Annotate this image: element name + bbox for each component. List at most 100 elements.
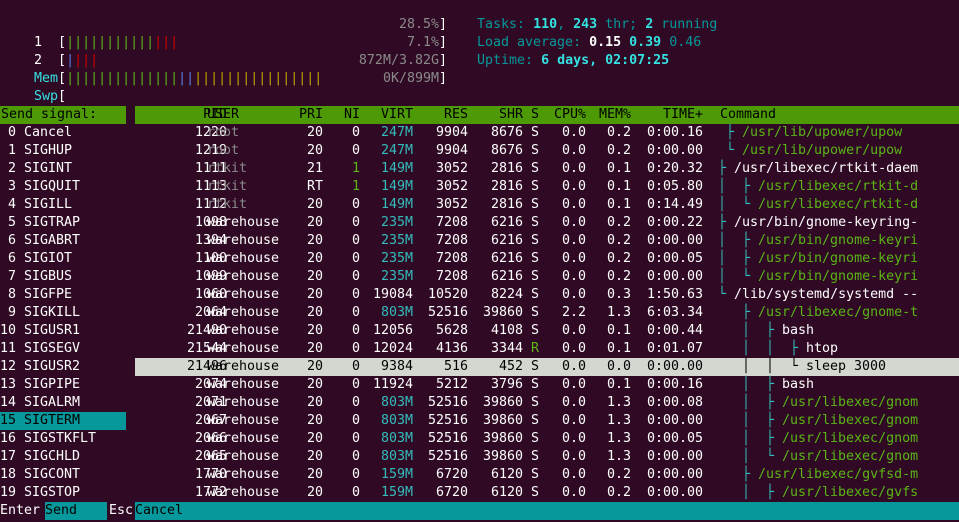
process-row[interactable]: 1394 warehouse 20 0 235M 7208 6216 S 0.0 0.2 0:00.… xyxy=(135,232,959,250)
signal-item[interactable]: 11 SIGSEGV xyxy=(0,340,126,358)
signal-item[interactable]: 17 SIGCHLD xyxy=(0,448,126,466)
process-row[interactable]: 1100 warehouse 20 0 235M 7208 6216 S 0.0 0.2 0:00.… xyxy=(135,250,959,268)
cell-ni: 0 xyxy=(351,197,360,212)
cell-virt: 803M xyxy=(380,449,413,464)
cell-mem: 0.2 xyxy=(606,215,631,230)
process-row[interactable]: 1111 rtkit 21 1 149M 3052 2816 S 0.0 0.1 0:20.32 ├ … xyxy=(135,160,959,178)
signal-item[interactable]: 7 SIGBUS xyxy=(0,268,134,286)
signal-item[interactable]: 13 SIGPIPE xyxy=(0,376,126,394)
col-ni[interactable]: NI xyxy=(330,106,360,124)
signal-item[interactable]: 2 SIGINT xyxy=(0,160,134,178)
cell-virt: 235M xyxy=(380,269,413,284)
cell-time: 0:00.00 xyxy=(646,485,703,500)
process-row[interactable]: 1220 root 20 0 247M 9904 8676 S 0.0 0.2 0:00.16 ├ … xyxy=(135,124,959,142)
cell-cpu: 0.0 xyxy=(561,413,586,428)
cell-s: S xyxy=(531,287,540,302)
cell-shr: 2816 xyxy=(490,197,523,212)
load-average: Load average: 0.15 0.39 0.46 xyxy=(477,35,702,50)
signal-item[interactable]: 14 SIGALRM xyxy=(0,394,126,412)
signal-item[interactable]: 12 SIGUSR2 xyxy=(0,358,126,376)
signal-item[interactable]: 16 SIGSTKFLT xyxy=(0,430,126,448)
cell-command: bash xyxy=(782,377,815,392)
col-mem[interactable]: MEM% xyxy=(585,106,631,124)
process-row[interactable]: 1772 warehouse 20 0 159M 6720 6120 S 0.0 0.2 0:00.… xyxy=(135,484,959,502)
cell-s: R xyxy=(531,341,540,356)
cell-command: /usr/libexec/rtkit-d xyxy=(758,179,919,194)
cell-s: S xyxy=(531,215,540,230)
cancel-button[interactable]: Cancel xyxy=(135,502,959,520)
signal-item[interactable]: 8 SIGFPE xyxy=(0,286,134,304)
cell-s: S xyxy=(531,269,540,284)
cell-virt: 11924 xyxy=(372,377,413,392)
col-command[interactable]: Command xyxy=(720,106,776,124)
process-row[interactable]: 1060 warehouse 20 0 19084 10520 8224 S 0.0 0.3 1:5… xyxy=(135,286,959,304)
cell-cpu: 0.0 xyxy=(561,323,586,338)
signal-item[interactable]: 19 SIGSTOP xyxy=(0,484,126,502)
cell-mem: 1.3 xyxy=(606,431,631,446)
signal-item[interactable]: 18 SIGCONT xyxy=(0,466,126,484)
signal-item[interactable]: 6 SIGABRT xyxy=(0,232,134,250)
signal-item[interactable]: 5 SIGTRAP xyxy=(0,214,134,232)
tree-branch: │ └ xyxy=(718,449,783,464)
col-pri[interactable]: PRI xyxy=(285,106,323,124)
cell-pri: 20 xyxy=(306,215,323,230)
col-user[interactable]: USER xyxy=(207,106,239,124)
send-button[interactable]: Send xyxy=(45,502,107,520)
col-virt[interactable]: VIRT xyxy=(365,106,413,124)
signal-item[interactable]: 15 SIGTERM xyxy=(0,412,126,430)
col-state[interactable]: S xyxy=(531,106,539,124)
cell-user: root xyxy=(207,125,240,140)
mem-meter: Mem[|||||||||||||||||||||||||||||||| xyxy=(34,71,323,86)
signal-item[interactable]: 0 Cancel xyxy=(0,124,134,142)
process-row[interactable]: 1113 rtkit RT 1 149M 3052 2816 S 0.0 0.1 0:05.80 │ … xyxy=(135,178,959,196)
signal-item[interactable]: 9 SIGKILL xyxy=(0,304,134,322)
cell-s: S xyxy=(531,161,540,176)
cell-command: /lib/systemd/systemd -- xyxy=(734,287,919,302)
process-row[interactable]: 2071 warehouse 20 0 803M 52516 39860 S 0.0 1.3 0:0… xyxy=(135,394,959,412)
tree-branch: └ xyxy=(718,143,743,158)
cell-ni: 1 xyxy=(351,179,360,194)
cell-time: 0:00.16 xyxy=(646,125,703,140)
cell-command: /usr/libexec/rtkit-daem xyxy=(734,161,919,176)
cell-res: 5628 xyxy=(435,323,468,338)
cell-pri: 20 xyxy=(306,467,323,482)
cell-time: 0:00.44 xyxy=(646,323,703,338)
process-row[interactable]: 21496 warehouse 20 0 9384 516 452 S 0.0 0.0 0:00.0… xyxy=(135,358,959,376)
signal-item[interactable]: 4 SIGILL xyxy=(0,196,134,214)
signal-item[interactable]: 3 SIGQUIT xyxy=(0,178,134,196)
process-row[interactable]: 1219 root 20 0 247M 9904 8676 S 0.0 0.2 0:00.00 └ … xyxy=(135,142,959,160)
process-row[interactable]: 1112 rtkit 20 0 149M 3052 2816 S 0.0 0.1 0:14.49 │ … xyxy=(135,196,959,214)
process-row[interactable]: 2074 warehouse 20 0 11924 5212 3796 S 0.0 0.1 0:00… xyxy=(135,376,959,394)
process-row[interactable]: 21490 warehouse 20 0 12056 5628 4108 S 0.0 0.1 0:0… xyxy=(135,322,959,340)
cell-cpu: 0.0 xyxy=(561,233,586,248)
cell-ni: 0 xyxy=(351,125,360,140)
process-row[interactable]: 21544 warehouse 20 0 12024 4136 3344 R 0.0 0.1 0:0… xyxy=(135,340,959,358)
cell-pri: 20 xyxy=(306,395,323,410)
process-row[interactable]: 1770 warehouse 20 0 159M 6720 6120 S 0.0 0.2 0:00.… xyxy=(135,466,959,484)
col-res[interactable]: RES xyxy=(420,106,468,124)
cell-virt: 235M xyxy=(380,215,413,230)
cell-time: 0:01.07 xyxy=(646,341,703,356)
swp-value: 0K/899M xyxy=(382,71,439,86)
cell-cpu: 0.0 xyxy=(561,377,586,392)
cell-ni: 0 xyxy=(351,323,360,338)
cell-shr: 3344 xyxy=(490,341,523,356)
swp-meter: Swp[ xyxy=(34,89,67,104)
signal-item[interactable]: 6 SIGIOT xyxy=(0,250,134,268)
process-row[interactable]: 1099 warehouse 20 0 235M 7208 6216 S 0.0 0.2 0:00.… xyxy=(135,268,959,286)
process-row[interactable]: 2066 warehouse 20 0 803M 52516 39860 S 0.0 1.3 0:0… xyxy=(135,430,959,448)
cell-shr: 2816 xyxy=(490,179,523,194)
cell-pri: 20 xyxy=(306,143,323,158)
process-row[interactable]: 2067 warehouse 20 0 803M 52516 39860 S 0.0 1.3 0:0… xyxy=(135,412,959,430)
cell-user: rtkit xyxy=(207,179,248,194)
signal-item[interactable]: 10 SIGUSR1 xyxy=(0,322,126,340)
col-time[interactable]: TIME+ xyxy=(635,106,703,124)
col-shr[interactable]: SHR xyxy=(475,106,523,124)
signal-item[interactable]: 1 SIGHUP xyxy=(0,142,134,160)
process-row[interactable]: 2065 warehouse 20 0 803M 52516 39860 S 0.0 1.3 0:0… xyxy=(135,448,959,466)
col-cpu[interactable]: CPU% xyxy=(540,106,586,124)
process-row[interactable]: 2064 warehouse 20 0 803M 52516 39860 S 2.2 1.3 6:0… xyxy=(135,304,959,322)
cell-s: S xyxy=(531,197,540,212)
process-row[interactable]: 1098 warehouse 20 0 235M 7208 6216 S 0.0 0.2 0:00.… xyxy=(135,214,959,232)
cell-mem: 0.2 xyxy=(606,125,631,140)
